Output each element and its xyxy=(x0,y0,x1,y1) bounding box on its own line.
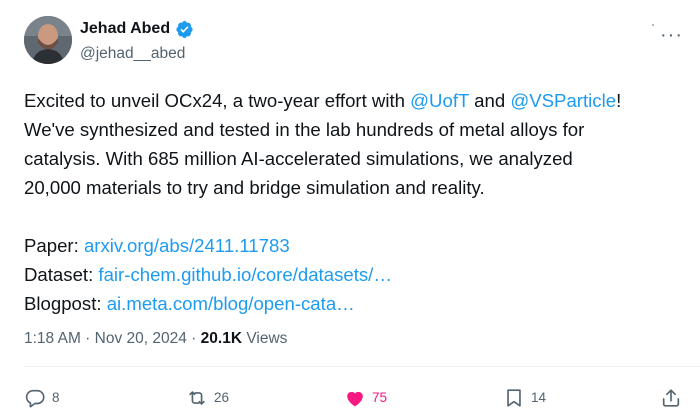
author-handle[interactable]: @jehad__abed xyxy=(80,44,185,64)
tweet-line-1: Excited to unveil OCx24, a two-year effo… xyxy=(24,90,622,111)
tweet-time[interactable]: 1:18 AM xyxy=(24,330,81,347)
paper-line: Paper: arxiv.org/abs/2411.11783 xyxy=(24,235,290,256)
bookmark-count: 14 xyxy=(531,390,547,405)
author-name[interactable]: Jehad Abed xyxy=(80,19,170,39)
divider xyxy=(24,366,700,367)
reply-count: 8 xyxy=(52,390,60,405)
tweet-date[interactable]: Nov 20, 2024 xyxy=(95,330,187,347)
dataset-link[interactable]: fair-chem.github.io/core/datasets/… xyxy=(98,264,392,285)
share-icon xyxy=(662,389,680,407)
paper-link[interactable]: arxiv.org/abs/2411.11783 xyxy=(84,235,290,256)
like-count: 75 xyxy=(372,390,388,405)
tweet-meta: 1:18 AM · Nov 20, 2024 · 20.1K Views xyxy=(24,330,288,347)
more-options-icon[interactable]: ··· xyxy=(660,25,683,45)
mention-uoft-link[interactable]: @UofT xyxy=(410,90,469,111)
like-button[interactable]: 75 xyxy=(344,387,387,409)
blogpost-link[interactable]: ai.meta.com/blog/open-cata… xyxy=(107,293,355,314)
mention-vsparticle-link[interactable]: @VSParticle xyxy=(510,90,616,111)
avatar[interactable] xyxy=(24,16,72,64)
tweet-text: Excited to unveil OCx24, a two-year effo… xyxy=(24,86,694,318)
repost-count: 26 xyxy=(214,390,230,405)
blogpost-line: Blogpost: ai.meta.com/blog/open-cata… xyxy=(24,293,355,314)
tweet-line-2: We've synthesized and tested in the lab … xyxy=(24,119,585,140)
bookmark-button[interactable]: 14 xyxy=(503,387,546,409)
dataset-line: Dataset: fair-chem.github.io/core/datase… xyxy=(24,264,392,285)
decorative-dot xyxy=(652,24,654,26)
tweet-line-4: 20,000 materials to try and bridge simul… xyxy=(24,177,485,198)
reply-icon xyxy=(25,389,45,408)
tweet-card: Jehad Abed @jehad__abed ··· Excited to u… xyxy=(0,0,700,419)
views-count: 20.1K xyxy=(200,330,243,347)
share-button[interactable] xyxy=(660,387,682,409)
repost-button[interactable]: 26 xyxy=(186,387,229,409)
heart-icon xyxy=(347,391,363,407)
verified-badge-icon[interactable] xyxy=(175,20,194,39)
bookmark-icon xyxy=(507,389,521,407)
tweet-line-3: catalysis. With 685 million AI-accelerat… xyxy=(24,148,573,169)
repost-icon xyxy=(189,391,205,405)
views-label: Views xyxy=(242,330,288,347)
reply-button[interactable]: 8 xyxy=(24,387,60,409)
